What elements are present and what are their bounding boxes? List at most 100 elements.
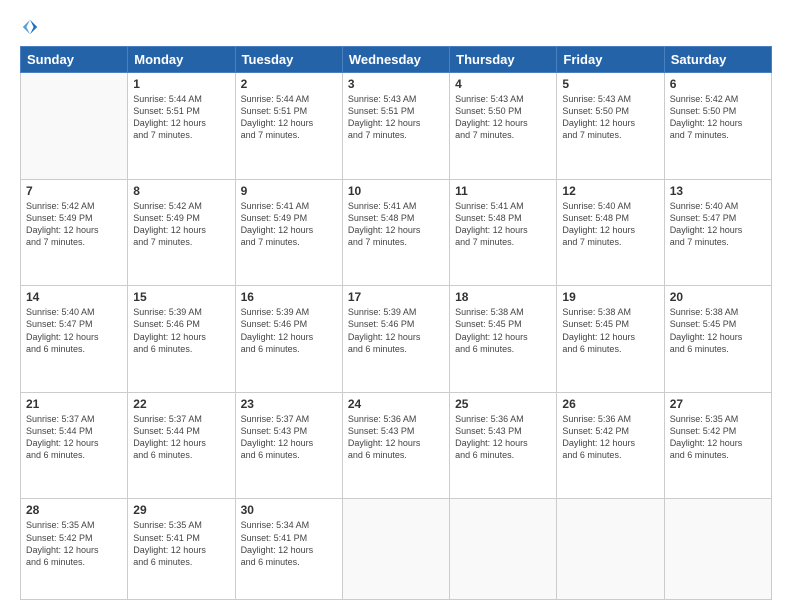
day-number: 24 (348, 397, 444, 411)
calendar-cell: 15Sunrise: 5:39 AM Sunset: 5:46 PM Dayli… (128, 286, 235, 393)
day-number: 22 (133, 397, 229, 411)
day-number: 2 (241, 77, 337, 91)
calendar-cell: 18Sunrise: 5:38 AM Sunset: 5:45 PM Dayli… (450, 286, 557, 393)
day-info: Sunrise: 5:37 AM Sunset: 5:44 PM Dayligh… (133, 413, 229, 462)
day-number: 1 (133, 77, 229, 91)
week-row-3: 14 Sunrise: 5:40 AM Sunset: 5:47 PM Dayli… (21, 286, 772, 393)
calendar-cell (450, 499, 557, 600)
day-number: 4 (455, 77, 551, 91)
day-number: 10 (348, 184, 444, 198)
calendar-cell: 7 Sunrise: 5:42 AM Sunset: 5:49 PM Daylig… (21, 179, 128, 286)
day-number: 16 (241, 290, 337, 304)
day-info: Sunrise: 5:43 AM Sunset: 5:50 PM Dayligh… (455, 93, 551, 142)
day-info: Sunrise: 5:40 AM Sunset: 5:48 PM Dayligh… (562, 200, 658, 249)
day-info: Sunrise: 5:35 AM Sunset: 5:42 PM Dayligh… (670, 413, 766, 462)
day-info: Sunrise: 5:41 AM Sunset: 5:49 PM Dayligh… (241, 200, 337, 249)
day-number: 26 (562, 397, 658, 411)
weekday-header-wednesday: Wednesday (342, 47, 449, 73)
day-number: 15 (133, 290, 229, 304)
calendar-cell: 13 Sunrise: 5:40 AM Sunset: 5:47 PM Dayli… (664, 179, 771, 286)
calendar-cell: 5 Sunrise: 5:43 AM Sunset: 5:50 PM Daylig… (557, 73, 664, 180)
day-info: Sunrise: 5:38 AM Sunset: 5:45 PM Dayligh… (670, 306, 766, 355)
day-info: Sunrise: 5:37 AM Sunset: 5:43 PM Dayligh… (241, 413, 337, 462)
calendar-cell: 21 Sunrise: 5:37 AM Sunset: 5:44 PM Dayli… (21, 392, 128, 499)
weekday-header-monday: Monday (128, 47, 235, 73)
weekday-header-sunday: Sunday (21, 47, 128, 73)
calendar-cell: 23 Sunrise: 5:37 AM Sunset: 5:43 PM Dayli… (235, 392, 342, 499)
day-info: Sunrise: 5:34 AM Sunset: 5:41 PM Dayligh… (241, 519, 337, 568)
calendar-cell: 29Sunrise: 5:35 AM Sunset: 5:41 PM Dayli… (128, 499, 235, 600)
day-number: 28 (26, 503, 122, 517)
calendar-cell (664, 499, 771, 600)
calendar-cell: 19 Sunrise: 5:38 AM Sunset: 5:45 PM Dayli… (557, 286, 664, 393)
calendar-table: SundayMondayTuesdayWednesdayThursdayFrid… (20, 46, 772, 600)
week-row-5: 28Sunrise: 5:35 AM Sunset: 5:42 PM Dayli… (21, 499, 772, 600)
day-info: Sunrise: 5:41 AM Sunset: 5:48 PM Dayligh… (455, 200, 551, 249)
calendar-cell: 25 Sunrise: 5:36 AM Sunset: 5:43 PM Dayli… (450, 392, 557, 499)
logo-icon (21, 18, 39, 36)
calendar-cell: 4 Sunrise: 5:43 AM Sunset: 5:50 PM Daylig… (450, 73, 557, 180)
day-info: Sunrise: 5:36 AM Sunset: 5:43 PM Dayligh… (348, 413, 444, 462)
calendar-cell: 8Sunrise: 5:42 AM Sunset: 5:49 PM Daylig… (128, 179, 235, 286)
day-info: Sunrise: 5:42 AM Sunset: 5:50 PM Dayligh… (670, 93, 766, 142)
calendar-cell: 24 Sunrise: 5:36 AM Sunset: 5:43 PM Dayli… (342, 392, 449, 499)
calendar-cell: 28Sunrise: 5:35 AM Sunset: 5:42 PM Dayli… (21, 499, 128, 600)
day-number: 13 (670, 184, 766, 198)
day-info: Sunrise: 5:38 AM Sunset: 5:45 PM Dayligh… (562, 306, 658, 355)
day-number: 30 (241, 503, 337, 517)
day-number: 29 (133, 503, 229, 517)
calendar-cell: 26 Sunrise: 5:36 AM Sunset: 5:42 PM Dayli… (557, 392, 664, 499)
day-info: Sunrise: 5:44 AM Sunset: 5:51 PM Dayligh… (241, 93, 337, 142)
day-number: 17 (348, 290, 444, 304)
weekday-header-tuesday: Tuesday (235, 47, 342, 73)
day-number: 14 (26, 290, 122, 304)
day-number: 27 (670, 397, 766, 411)
day-info: Sunrise: 5:38 AM Sunset: 5:45 PM Dayligh… (455, 306, 551, 355)
week-row-2: 7 Sunrise: 5:42 AM Sunset: 5:49 PM Daylig… (21, 179, 772, 286)
day-number: 12 (562, 184, 658, 198)
logo-text (20, 18, 39, 36)
day-number: 5 (562, 77, 658, 91)
day-info: Sunrise: 5:44 AM Sunset: 5:51 PM Dayligh… (133, 93, 229, 142)
calendar-cell: 30 Sunrise: 5:34 AM Sunset: 5:41 PM Dayli… (235, 499, 342, 600)
weekday-header-saturday: Saturday (664, 47, 771, 73)
page: SundayMondayTuesdayWednesdayThursdayFrid… (0, 0, 792, 612)
week-row-1: 1 Sunrise: 5:44 AM Sunset: 5:51 PM Daylig… (21, 73, 772, 180)
calendar-cell: 10 Sunrise: 5:41 AM Sunset: 5:48 PM Dayli… (342, 179, 449, 286)
day-info: Sunrise: 5:42 AM Sunset: 5:49 PM Dayligh… (26, 200, 122, 249)
day-number: 23 (241, 397, 337, 411)
day-number: 9 (241, 184, 337, 198)
weekday-header-friday: Friday (557, 47, 664, 73)
day-number: 20 (670, 290, 766, 304)
day-number: 25 (455, 397, 551, 411)
calendar-cell: 3Sunrise: 5:43 AM Sunset: 5:51 PM Daylig… (342, 73, 449, 180)
day-number: 19 (562, 290, 658, 304)
day-info: Sunrise: 5:39 AM Sunset: 5:46 PM Dayligh… (241, 306, 337, 355)
calendar-cell (21, 73, 128, 180)
calendar-cell: 1 Sunrise: 5:44 AM Sunset: 5:51 PM Daylig… (128, 73, 235, 180)
day-info: Sunrise: 5:40 AM Sunset: 5:47 PM Dayligh… (26, 306, 122, 355)
calendar-cell: 12 Sunrise: 5:40 AM Sunset: 5:48 PM Dayli… (557, 179, 664, 286)
calendar-cell: 11 Sunrise: 5:41 AM Sunset: 5:48 PM Dayli… (450, 179, 557, 286)
calendar-cell: 22 Sunrise: 5:37 AM Sunset: 5:44 PM Dayli… (128, 392, 235, 499)
day-info: Sunrise: 5:41 AM Sunset: 5:48 PM Dayligh… (348, 200, 444, 249)
day-info: Sunrise: 5:36 AM Sunset: 5:42 PM Dayligh… (562, 413, 658, 462)
day-number: 3 (348, 77, 444, 91)
header (20, 18, 772, 36)
calendar-cell (342, 499, 449, 600)
calendar-cell (557, 499, 664, 600)
day-number: 6 (670, 77, 766, 91)
day-number: 11 (455, 184, 551, 198)
day-number: 21 (26, 397, 122, 411)
calendar-cell: 17Sunrise: 5:39 AM Sunset: 5:46 PM Dayli… (342, 286, 449, 393)
day-number: 7 (26, 184, 122, 198)
calendar-cell: 9 Sunrise: 5:41 AM Sunset: 5:49 PM Daylig… (235, 179, 342, 286)
calendar-cell: 20 Sunrise: 5:38 AM Sunset: 5:45 PM Dayli… (664, 286, 771, 393)
day-info: Sunrise: 5:40 AM Sunset: 5:47 PM Dayligh… (670, 200, 766, 249)
day-info: Sunrise: 5:42 AM Sunset: 5:49 PM Dayligh… (133, 200, 229, 249)
day-info: Sunrise: 5:36 AM Sunset: 5:43 PM Dayligh… (455, 413, 551, 462)
day-info: Sunrise: 5:37 AM Sunset: 5:44 PM Dayligh… (26, 413, 122, 462)
day-info: Sunrise: 5:43 AM Sunset: 5:50 PM Dayligh… (562, 93, 658, 142)
calendar-cell: 27 Sunrise: 5:35 AM Sunset: 5:42 PM Dayli… (664, 392, 771, 499)
logo (20, 18, 39, 36)
